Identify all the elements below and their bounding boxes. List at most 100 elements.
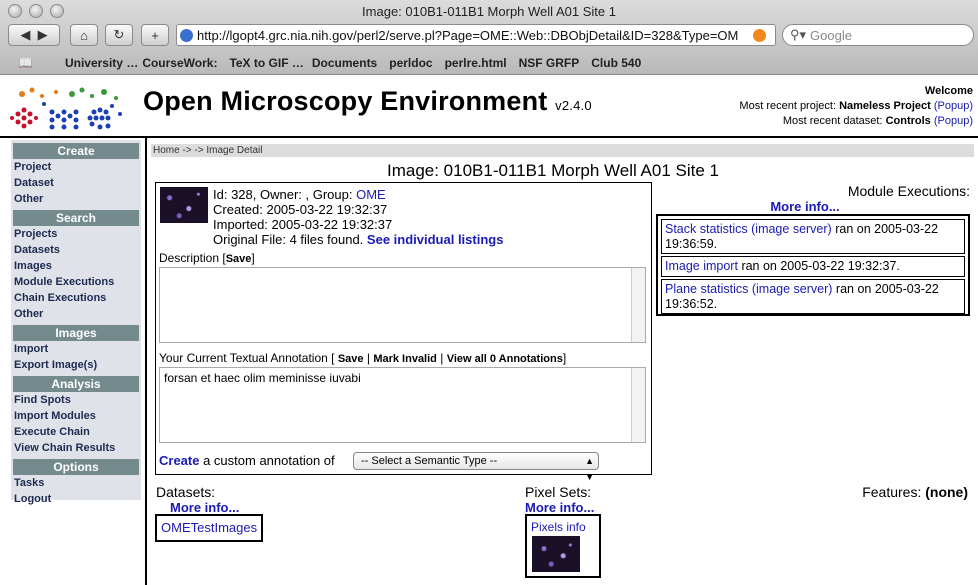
description-label-row: Description [Save] <box>159 251 255 265</box>
pixel-sets-label: Pixel Sets: <box>525 484 592 500</box>
sidebar-item-dataset[interactable]: Dataset <box>11 175 141 191</box>
bookmark-item[interactable]: perlre.html <box>445 56 507 70</box>
group-link[interactable]: OME <box>356 187 386 202</box>
mark-invalid-button[interactable]: Mark Invalid <box>373 353 437 365</box>
annotation-label: Your Current Textual Annotation <box>159 351 328 365</box>
back-icon[interactable]: ◀ <box>20 27 30 43</box>
pixel-sets-more-info-link[interactable]: More info... <box>525 500 594 515</box>
semantic-type-select[interactable]: -- Select a Semantic Type -- ▲ ▼ <box>353 452 599 482</box>
search-input[interactable]: ⚲▾ Google <box>782 24 974 46</box>
semantic-type-value: -- Select a Semantic Type -- <box>361 455 498 467</box>
see-listings-link[interactable]: See individual listings <box>367 232 504 247</box>
reload-button[interactable]: ↻ <box>105 24 133 46</box>
imported-line: Imported: 2005-03-22 19:32:37 <box>213 217 393 232</box>
sidebar-item-images[interactable]: Images <box>11 258 141 274</box>
home-button[interactable]: ⌂ <box>70 24 98 46</box>
ome-logo[interactable] <box>8 84 126 134</box>
window-title: Image: 010B1-011B1 Morph Well A01 Site 1 <box>362 4 616 19</box>
module-execution-link[interactable]: Image import <box>665 259 738 273</box>
module-execution-link[interactable]: Stack statistics (image server) <box>665 222 832 236</box>
sidebar-item-logout[interactable]: Logout <box>11 491 141 507</box>
datasets-more-info-link[interactable]: More info... <box>170 500 239 515</box>
sidebar-item-other[interactable]: Other <box>11 191 141 207</box>
new-tab-button[interactable]: + <box>141 24 169 46</box>
description-textarea[interactable] <box>159 267 646 343</box>
create-annotation-row: Create a custom annotation of <box>159 453 335 468</box>
breadcrumb[interactable]: Home -> -> Image Detail <box>151 144 974 157</box>
sidebar-item-find-spots[interactable]: Find Spots <box>11 392 141 408</box>
bookmark-item[interactable]: Documents <box>312 56 377 70</box>
create-annotation-text: a custom annotation of <box>203 453 335 468</box>
recent-dataset-link[interactable]: Controls <box>886 115 931 127</box>
sidebar: Create Project Dataset Other Search Proj… <box>11 140 141 505</box>
plus-icon: + <box>151 27 159 43</box>
sidebar-item-module-executions[interactable]: Module Executions <box>11 274 141 290</box>
sidebar-item-search-other[interactable]: Other <box>11 306 141 322</box>
sidebar-item-project[interactable]: Project <box>11 159 141 175</box>
site-icon <box>180 28 193 42</box>
page-header: Open Microscopy Environment v2.4.0 Welco… <box>0 76 978 138</box>
back-forward-buttons[interactable]: ◀ ▶ <box>8 24 60 46</box>
forward-icon[interactable]: ▶ <box>38 27 48 43</box>
bookmark-item[interactable]: NSF GRFP <box>519 56 580 70</box>
bookmark-item[interactable]: TeX to GIF … <box>229 56 303 70</box>
image-info-panel: Id: 328, Owner: , Group: OME Created: 20… <box>155 182 652 482</box>
bookmark-item[interactable]: University … <box>65 56 138 70</box>
id-line: Id: 328, Owner: , Group: OME <box>213 187 503 202</box>
module-executions-list: Stack statistics (image server) ran on 2… <box>656 214 970 316</box>
description-scrollbar[interactable] <box>631 268 645 342</box>
annotation-save-button[interactable]: Save <box>338 353 364 365</box>
sidebar-item-datasets[interactable]: Datasets <box>11 242 141 258</box>
sidebar-item-execute-chain[interactable]: Execute Chain <box>11 424 141 440</box>
search-placeholder: Google <box>810 27 852 43</box>
app-title-text: Open Microscopy Environment <box>143 86 548 116</box>
sidebar-heading-analysis: Analysis <box>13 376 139 392</box>
features-value: (none) <box>925 484 968 500</box>
sidebar-heading-search: Search <box>13 210 139 226</box>
sidebar-item-import[interactable]: Import <box>11 341 141 357</box>
rss-icon[interactable] <box>753 28 766 42</box>
pixels-thumbnail[interactable] <box>532 536 580 572</box>
url-bar[interactable]: http://lgopt4.grc.nia.nih.gov/perl2/serv… <box>176 24 776 46</box>
image-metadata: Id: 328, Owner: , Group: OME Created: 20… <box>213 187 503 247</box>
bookmark-item[interactable]: CourseWork: <box>142 56 217 70</box>
bookmark-item[interactable]: Club 540 <box>591 56 641 70</box>
browser-toolbar: ◀ ▶ ⌂ ↻ + http://lgopt4.grc.nia.nih.gov/… <box>0 22 978 50</box>
welcome-text: Welcome <box>924 85 973 97</box>
bookmarks-book-icon[interactable]: 📖 <box>18 56 33 70</box>
recent-dataset-popup-link[interactable]: (Popup) <box>934 115 973 127</box>
pixel-sets-list: Pixels info <box>525 514 601 578</box>
annotation-label-row: Your Current Textual Annotation [ Save |… <box>159 351 567 365</box>
view-all-annotations-button[interactable]: View all 0 Annotations <box>447 353 563 365</box>
module-executions-more-info-link[interactable]: More info... <box>760 199 850 214</box>
url-text[interactable]: http://lgopt4.grc.nia.nih.gov/perl2/serv… <box>197 28 753 43</box>
annotation-scrollbar[interactable] <box>631 368 645 442</box>
pixels-info-link[interactable]: Pixels info <box>531 520 586 534</box>
sidebar-item-projects[interactable]: Projects <box>11 226 141 242</box>
annotation-textarea[interactable]: forsan et haec olim meminisse iuvabi <box>159 367 646 443</box>
dataset-link[interactable]: OMETestImages <box>161 520 257 535</box>
id-owner-text: Id: 328, Owner: , Group: <box>213 187 353 202</box>
module-execution-link[interactable]: Plane statistics (image server) <box>665 282 832 296</box>
description-label: Description <box>159 251 220 265</box>
welcome-panel: Welcome Most recent project: Nameless Pr… <box>739 84 973 129</box>
features-label: Features: <box>862 484 922 500</box>
app-version: v2.4.0 <box>555 98 592 113</box>
create-annotation-link[interactable]: Create <box>159 453 199 468</box>
description-save-button[interactable]: Save <box>226 253 252 265</box>
bookmark-item[interactable]: perldoc <box>389 56 432 70</box>
reload-icon: ↻ <box>113 27 125 42</box>
module-execution-item: Image import ran on 2005-03-22 19:32:37. <box>661 256 965 277</box>
sidebar-item-view-chain-results[interactable]: View Chain Results <box>11 440 141 456</box>
sidebar-item-chain-executions[interactable]: Chain Executions <box>11 290 141 306</box>
original-file-text: Original File: 4 files found. <box>213 232 364 247</box>
recent-project-link[interactable]: Nameless Project <box>839 100 931 112</box>
datasets-list: OMETestImages <box>155 514 263 542</box>
recent-project-label: Most recent project: <box>739 100 837 112</box>
sidebar-item-export-images[interactable]: Export Image(s) <box>11 357 141 373</box>
sidebar-item-import-modules[interactable]: Import Modules <box>11 408 141 424</box>
recent-project-popup-link[interactable]: (Popup) <box>934 100 973 112</box>
datasets-label: Datasets: <box>156 484 216 500</box>
image-thumbnail[interactable] <box>160 187 208 223</box>
sidebar-item-tasks[interactable]: Tasks <box>11 475 141 491</box>
